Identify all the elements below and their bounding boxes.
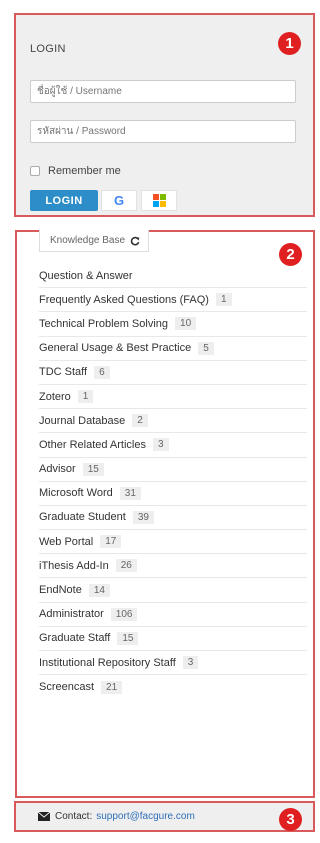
- kb-item[interactable]: Zotero 1: [39, 385, 307, 410]
- callout-badge-1: 1: [278, 32, 301, 55]
- item-count: 39: [132, 510, 154, 524]
- knowledge-base-panel: Knowledge Base Question & Answer Frequen…: [15, 230, 315, 798]
- kb-item[interactable]: Web Portal 17: [39, 530, 307, 555]
- remember-label: Remember me: [48, 165, 121, 177]
- kb-item[interactable]: Question & Answer: [39, 264, 307, 289]
- callout-badge-3: 3: [279, 808, 302, 831]
- item-count: 26: [115, 559, 137, 573]
- username-input[interactable]: [30, 80, 296, 103]
- contact-panel: Contact: support@facgure.com: [14, 801, 315, 832]
- item-count: 15: [117, 631, 139, 645]
- microsoft-icon: [152, 194, 166, 207]
- kb-item[interactable]: TDC Staff 6: [39, 361, 307, 385]
- item-count: 17: [100, 535, 122, 549]
- password-input[interactable]: [30, 120, 296, 143]
- kb-item[interactable]: Advisor 15: [39, 458, 307, 482]
- kb-item[interactable]: Journal Database 2: [39, 409, 307, 434]
- contact-label: Contact:: [55, 811, 93, 822]
- item-count: 1: [77, 390, 94, 404]
- contact-email-link[interactable]: support@facgure.com: [96, 811, 195, 822]
- item-count: 3: [182, 656, 199, 670]
- item-count: 14: [88, 583, 110, 597]
- kb-item[interactable]: Administrator 106: [39, 603, 307, 627]
- knowledge-base-list: Question & Answer Frequently Asked Quest…: [39, 264, 307, 699]
- login-button[interactable]: LOGIN: [30, 190, 98, 211]
- item-count: 31: [119, 486, 141, 500]
- knowledge-base-tab-label: Knowledge Base: [50, 235, 126, 246]
- kb-item[interactable]: EndNote 14: [39, 578, 307, 603]
- microsoft-login-button[interactable]: [141, 190, 177, 211]
- refresh-icon[interactable]: [130, 236, 140, 246]
- kb-item[interactable]: Frequently Asked Questions (FAQ) 1: [39, 288, 307, 313]
- callout-badge-2: 2: [279, 243, 302, 266]
- item-count: 10: [175, 317, 197, 331]
- google-icon: G: [113, 193, 125, 208]
- kb-item[interactable]: Other Related Articles 3: [39, 433, 307, 458]
- item-count: 3: [153, 438, 169, 452]
- kb-item[interactable]: Technical Problem Solving 10: [39, 312, 307, 337]
- remember-me[interactable]: Remember me: [30, 165, 121, 177]
- kb-item[interactable]: Microsoft Word 31: [39, 482, 307, 506]
- kb-item[interactable]: Graduate Student 39: [39, 506, 307, 531]
- login-panel: LOGIN Remember me LOGIN G: [14, 13, 315, 217]
- item-count: 21: [101, 680, 123, 694]
- remember-checkbox[interactable]: [30, 166, 40, 176]
- kb-item[interactable]: Graduate Staff 15: [39, 627, 307, 651]
- kb-item[interactable]: Screencast 21: [39, 675, 307, 699]
- login-title: LOGIN: [30, 43, 66, 55]
- item-count: 106: [110, 607, 138, 621]
- google-login-button[interactable]: G: [101, 190, 137, 211]
- kb-item[interactable]: Institutional Repository Staff 3: [39, 651, 307, 676]
- envelope-icon: [38, 812, 50, 821]
- item-count: 1: [215, 293, 232, 307]
- item-count: 15: [82, 462, 104, 476]
- kb-item[interactable]: General Usage & Best Practice 5: [39, 337, 307, 361]
- item-count: 2: [132, 414, 148, 428]
- item-count: 6: [94, 365, 110, 379]
- kb-item[interactable]: iThesis Add-In 26: [39, 554, 307, 579]
- knowledge-base-tab[interactable]: Knowledge Base: [39, 230, 150, 252]
- item-count: 5: [198, 341, 214, 355]
